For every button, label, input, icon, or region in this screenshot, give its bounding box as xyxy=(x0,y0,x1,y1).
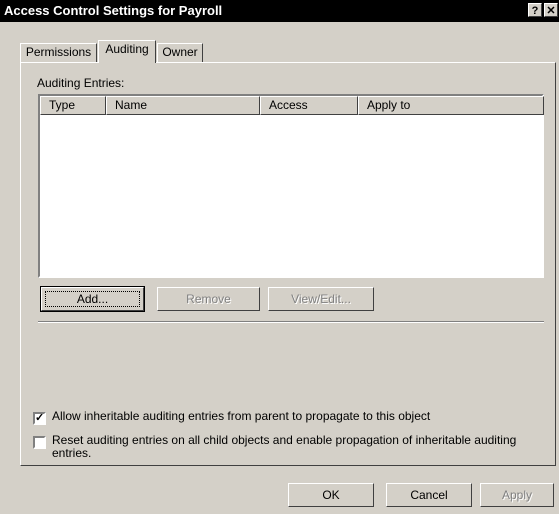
close-icon[interactable]: ✕ xyxy=(544,3,558,17)
auditing-entries-list[interactable]: Type Name Access Apply to xyxy=(38,94,544,278)
access-control-dialog: Access Control Settings for Payroll ? ✕ … xyxy=(0,0,559,514)
reset-child-label[interactable]: Reset auditing entries on all child obje… xyxy=(52,434,532,460)
allow-inheritable-checkbox[interactable]: ✓ xyxy=(33,412,46,425)
ok-button[interactable]: OK xyxy=(288,483,374,507)
apply-button-label: Apply xyxy=(501,488,533,502)
column-header-type[interactable]: Type xyxy=(40,96,106,115)
view-edit-button-label: View/Edit... xyxy=(291,292,351,306)
reset-child-checkbox[interactable] xyxy=(33,436,46,449)
remove-button[interactable]: Remove xyxy=(157,287,260,311)
column-header-apply-to[interactable]: Apply to xyxy=(358,96,544,115)
checkmark-icon: ✓ xyxy=(35,412,45,424)
column-header-name[interactable]: Name xyxy=(106,96,260,115)
help-icon[interactable]: ? xyxy=(528,3,542,17)
tab-permissions[interactable]: Permissions xyxy=(20,43,97,62)
list-header: Type Name Access Apply to xyxy=(40,96,544,115)
window-title: Access Control Settings for Payroll xyxy=(4,3,223,18)
ok-button-label: OK xyxy=(322,488,340,502)
view-edit-button[interactable]: View/Edit... xyxy=(268,287,374,311)
add-button[interactable]: Add... xyxy=(40,286,145,312)
tab-owner[interactable]: Owner xyxy=(157,43,203,62)
separator xyxy=(38,321,544,323)
tab-auditing[interactable]: Auditing xyxy=(98,40,156,63)
remove-button-label: Remove xyxy=(186,292,231,306)
allow-inheritable-label[interactable]: Allow inheritable auditing entries from … xyxy=(52,410,532,423)
cancel-button-label: Cancel xyxy=(410,488,448,502)
apply-button[interactable]: Apply xyxy=(480,483,554,507)
cancel-button[interactable]: Cancel xyxy=(386,483,472,507)
title-bar[interactable]: Access Control Settings for Payroll ? ✕ xyxy=(0,0,559,22)
column-header-access[interactable]: Access xyxy=(260,96,358,115)
focus-rectangle xyxy=(45,291,140,307)
auditing-entries-label: Auditing Entries: xyxy=(37,76,125,90)
